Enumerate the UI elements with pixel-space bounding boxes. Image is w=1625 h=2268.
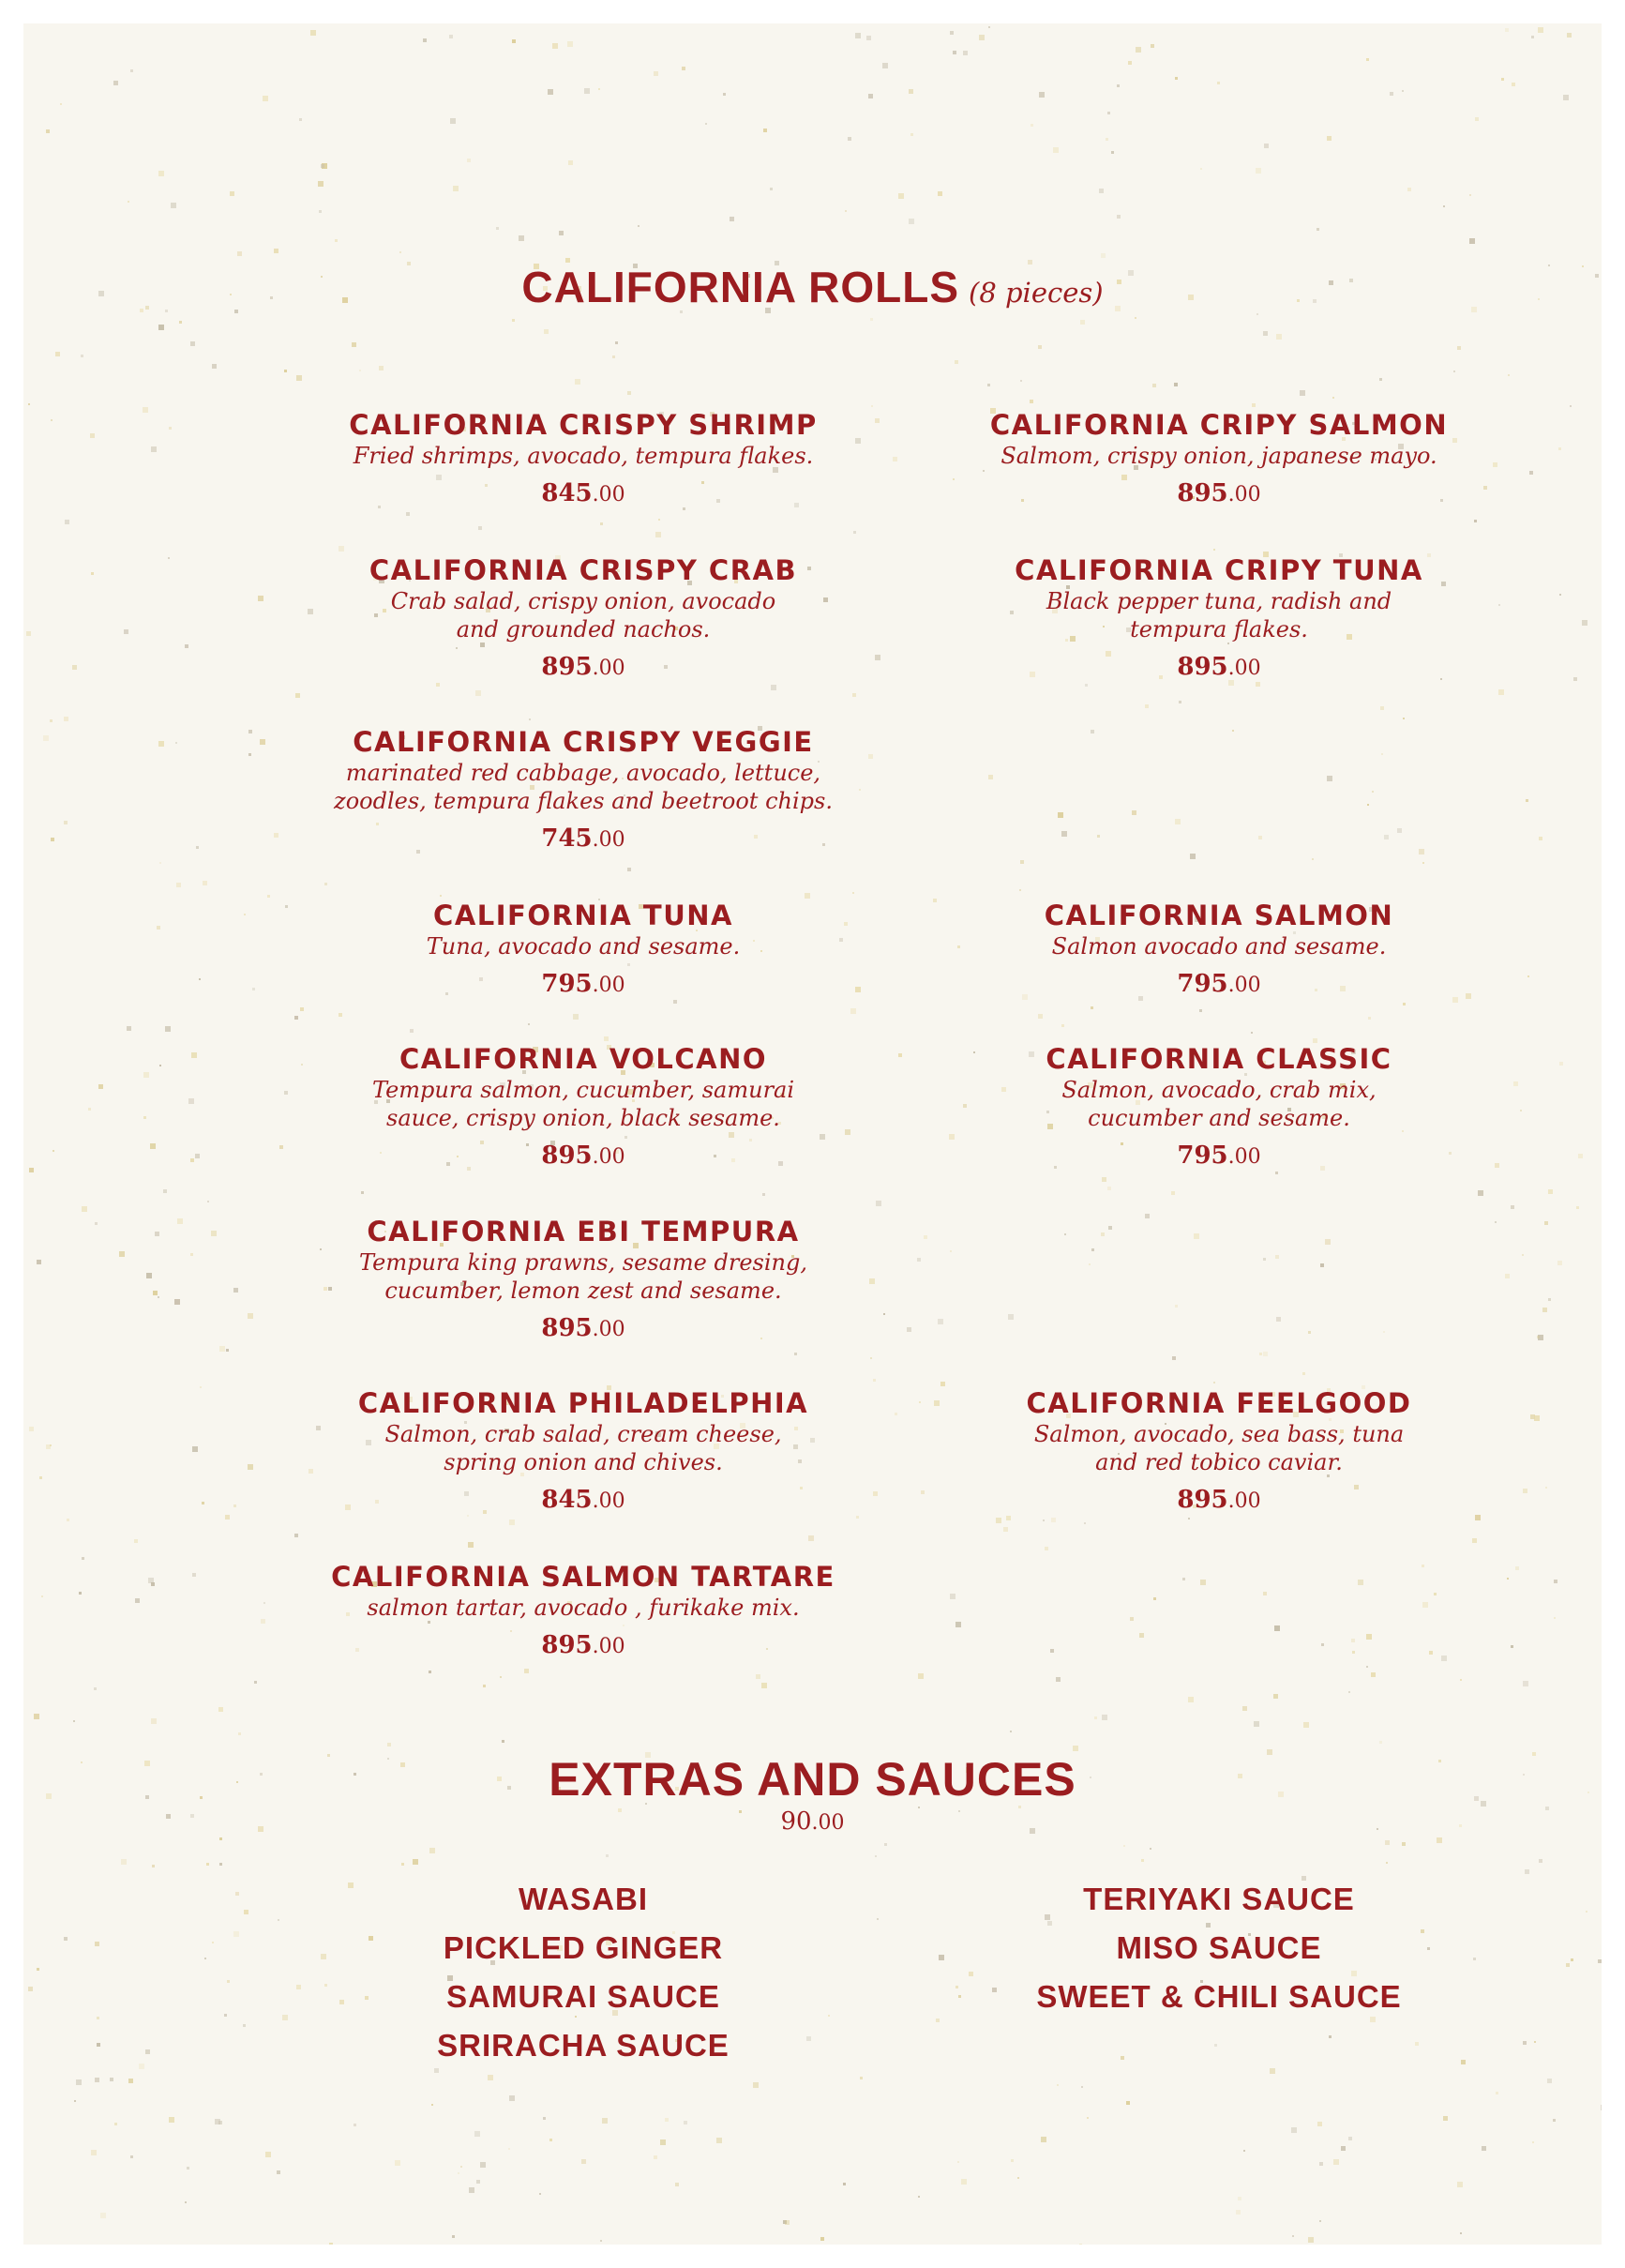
item-name: CALIFORNIA SALMON xyxy=(1044,900,1394,931)
menu-item: CALIFORNIA CLASSIC Salmon, avocado, crab… xyxy=(919,1042,1519,1173)
item-name: CALIFORNIA CRISPY SHRIMP xyxy=(349,409,818,441)
item-description: Salmon, crab salad, cream cheese, spring… xyxy=(384,1421,782,1475)
item-name: CALIFORNIA SALMON TARTARE xyxy=(331,1561,835,1593)
sauce-item: TERIYAKI SAUCE xyxy=(1083,1882,1355,1916)
menu-item: CALIFORNIA CRISPY CRAB Crab salad, crisp… xyxy=(283,553,883,685)
section-title: CALIFORNIA ROLLS (8 pieces) xyxy=(23,262,1602,312)
sauce-item: SAMURAI SAUCE xyxy=(446,1979,720,2014)
menu-item: CALIFORNIA CRIPY SALMON Salmom, crispy o… xyxy=(919,408,1519,511)
item-price: 795.00 xyxy=(1177,1142,1261,1170)
item-description: Salmon, avocado, crab mix, cucumber and … xyxy=(1061,1077,1377,1131)
item-price: 895.00 xyxy=(1177,653,1261,681)
item-name: CALIFORNIA CLASSIC xyxy=(1046,1043,1392,1075)
item-description: Salmon, avocado, sea bass, tuna and red … xyxy=(1033,1421,1405,1475)
item-price: 895.00 xyxy=(1177,479,1261,507)
extras-title: EXTRAS AND SAUCES xyxy=(549,1753,1076,1806)
sauce-item: WASABI xyxy=(519,1882,648,1916)
item-price: 895.00 xyxy=(541,653,625,681)
item-price: 795.00 xyxy=(1177,970,1261,998)
item-price: 895.00 xyxy=(541,1631,625,1659)
item-name: CALIFORNIA VOLCANO xyxy=(399,1043,768,1075)
menu-item: CALIFORNIA SALMON TARTARE salmon tartar,… xyxy=(283,1560,883,1663)
item-name: CALIFORNIA FEELGOOD xyxy=(1026,1387,1412,1419)
menu-item: CALIFORNIA TUNA Tuna, avocado and sesame… xyxy=(283,899,883,1002)
item-description: Tempura salmon, cucumber, samurai sauce,… xyxy=(371,1077,795,1131)
item-description: Salmon avocado and sesame. xyxy=(1051,933,1387,960)
item-name: CALIFORNIA EBI TEMPURA xyxy=(367,1216,800,1247)
item-description: marinated red cabbage, avocado, lettuce,… xyxy=(334,760,833,814)
item-description: Fried shrimps, avocado, tempura flakes. xyxy=(353,443,814,469)
item-price: 845.00 xyxy=(541,1486,625,1514)
menu-item: CALIFORNIA PHILADELPHIA Salmon, crab sal… xyxy=(283,1386,883,1518)
menu-item: CALIFORNIA CRISPY VEGGIE marinated red c… xyxy=(283,725,883,856)
item-name: CALIFORNIA CRIPY TUNA xyxy=(1015,554,1423,586)
menu-item: CALIFORNIA CRIPY TUNA Black pepper tuna,… xyxy=(919,553,1519,685)
item-description: salmon tartar, avocado , furikake mix. xyxy=(367,1595,800,1621)
extras-price: 90.00 xyxy=(780,1807,845,1836)
item-description: Tuna, avocado and sesame. xyxy=(426,933,741,960)
menu-item: CALIFORNIA VOLCANO Tempura salmon, cucum… xyxy=(283,1042,883,1173)
item-price: 895.00 xyxy=(541,1314,625,1342)
item-description: Crab salad, crispy onion, avocado and gr… xyxy=(390,588,776,643)
item-name: CALIFORNIA TUNA xyxy=(433,900,733,931)
item-name: CALIFORNIA CRISPY CRAB xyxy=(369,554,798,586)
sauce-item: SRIRACHA SAUCE xyxy=(437,2028,730,2063)
menu-item: CALIFORNIA SALMON Salmon avocado and ses… xyxy=(919,899,1519,1002)
item-description: Black pepper tuna, radish and tempura fl… xyxy=(1046,588,1392,643)
item-price: 795.00 xyxy=(541,970,625,998)
item-description: Salmom, crispy onion, japanese mayo. xyxy=(1001,443,1437,469)
item-price: 895.00 xyxy=(541,1142,625,1170)
menu-item: CALIFORNIA FEELGOOD Salmon, avocado, sea… xyxy=(919,1386,1519,1518)
sauce-item: SWEET & CHILI SAUCE xyxy=(1036,1979,1402,2014)
item-price: 895.00 xyxy=(1177,1486,1261,1514)
sauce-list-left: WASABI PICKLED GINGER SAMURAI SAUCE SRIR… xyxy=(283,1875,883,2070)
item-name: CALIFORNIA PHILADELPHIA xyxy=(357,1387,809,1419)
menu-page: CALIFORNIA ROLLS (8 pieces) CALIFORNIA CR… xyxy=(23,23,1602,2245)
section-subtitle: (8 pieces) xyxy=(969,277,1104,309)
item-description: Tempura king prawns, sesame dresing, cuc… xyxy=(359,1249,807,1304)
menu-item: CALIFORNIA CRISPY SHRIMP Fried shrimps, … xyxy=(283,408,883,511)
sauce-list-right: TERIYAKI SAUCE MISO SAUCE SWEET & CHILI … xyxy=(919,1875,1519,2021)
menu-item: CALIFORNIA EBI TEMPURA Tempura king praw… xyxy=(283,1215,883,1346)
sauce-item: MISO SAUCE xyxy=(1116,1930,1322,1965)
item-price: 745.00 xyxy=(541,824,625,853)
item-name: CALIFORNIA CRISPY VEGGIE xyxy=(353,726,814,758)
sauce-item: PICKLED GINGER xyxy=(443,1930,724,1965)
item-name: CALIFORNIA CRIPY SALMON xyxy=(989,409,1449,441)
section-title-text: CALIFORNIA ROLLS xyxy=(521,263,959,311)
item-price: 845.00 xyxy=(541,479,625,507)
